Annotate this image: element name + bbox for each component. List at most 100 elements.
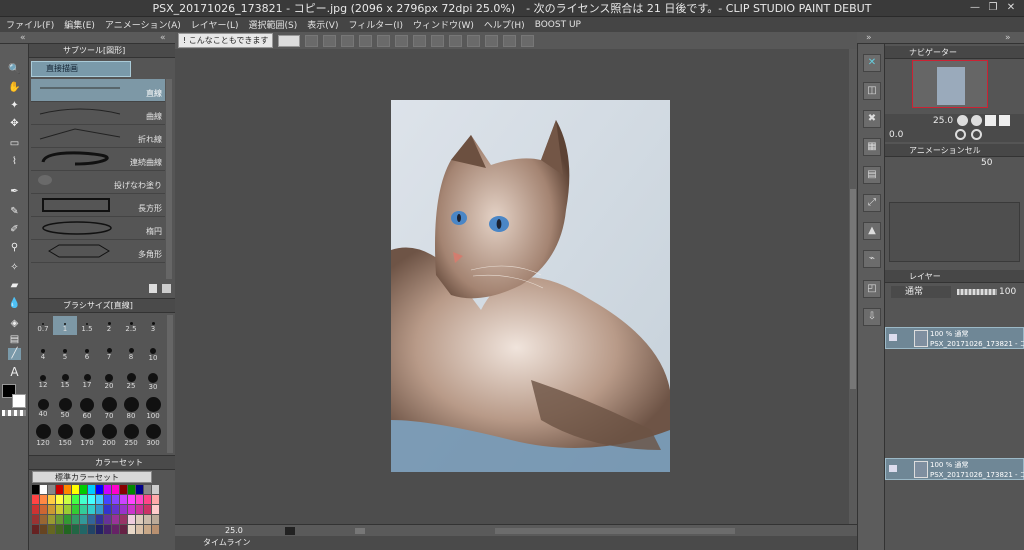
gradient-tool-icon[interactable]: ▤: [8, 334, 21, 346]
color-swatch[interactable]: [48, 495, 55, 504]
brush-size-option[interactable]: 8: [119, 343, 143, 362]
close-panel-icon[interactable]: ✕: [863, 54, 881, 72]
airbrush-icon[interactable]: ⚲: [8, 242, 21, 254]
redo-icon[interactable]: [377, 34, 391, 47]
color-set-dropdown[interactable]: 標準カラーセット: [32, 471, 152, 483]
color-swatch[interactable]: [104, 505, 111, 514]
brush-size-option[interactable]: 17: [75, 370, 99, 389]
history-panel-icon[interactable]: ⤢: [863, 194, 881, 212]
sub-color-swatch[interactable]: [12, 394, 26, 408]
color-swatch[interactable]: [104, 485, 111, 494]
new-file-icon[interactable]: [305, 34, 319, 47]
color-swatch[interactable]: [120, 505, 127, 514]
color-set-tab[interactable]: カラーセット: [29, 456, 175, 470]
subtool-item-ellipse[interactable]: 楕円: [31, 217, 165, 240]
decoration-icon[interactable]: ✧: [8, 262, 21, 274]
color-swatch[interactable]: [128, 495, 135, 504]
fill-icon[interactable]: [431, 34, 445, 47]
canvas-zoom-value[interactable]: 25.0: [225, 525, 243, 536]
brush-size-option[interactable]: 1.5: [75, 316, 99, 335]
collapse-left-icon-2[interactable]: «: [160, 32, 166, 44]
rotate-left-icon[interactable]: [955, 129, 966, 140]
brush-size-tab[interactable]: ブラシサイズ[直線]: [29, 299, 175, 313]
subtool-item-rectangle[interactable]: 長方形: [31, 194, 165, 217]
undo-icon[interactable]: [359, 34, 373, 47]
fit-icon[interactable]: [413, 34, 427, 47]
brush-size-option[interactable]: 120: [31, 424, 55, 447]
brush-size-option[interactable]: 40: [31, 397, 55, 418]
rotate-left-icon[interactable]: [285, 527, 295, 535]
eyedropper-icon[interactable]: ⌇: [8, 156, 21, 168]
color-swatch[interactable]: [152, 515, 159, 524]
navigator-zoom-value[interactable]: 25.0: [933, 116, 953, 126]
color-swatch[interactable]: [32, 505, 39, 514]
color-swatch[interactable]: [32, 485, 39, 494]
sub-view-icon[interactable]: ◰: [863, 280, 881, 298]
color-swatch[interactable]: [32, 495, 39, 504]
scroll-thumb[interactable]: [850, 189, 856, 389]
pen-tool-icon[interactable]: ✒: [8, 186, 21, 198]
color-swatch[interactable]: [136, 525, 143, 534]
brush-size-option[interactable]: 2: [97, 316, 121, 335]
subtool-item-lasso-fill[interactable]: 投げなわ塗り: [31, 171, 165, 194]
open-file-icon[interactable]: [323, 34, 337, 47]
subtool-item-line[interactable]: 直線: [31, 79, 165, 102]
select-tool-icon[interactable]: ▭: [8, 138, 21, 150]
animation-cel-list[interactable]: [889, 202, 1020, 262]
menu-layer[interactable]: レイヤー(L): [191, 18, 239, 31]
fit-to-screen-icon[interactable]: [985, 115, 996, 126]
color-swatch[interactable]: [112, 485, 119, 494]
zoom-out-icon[interactable]: [957, 115, 968, 126]
color-swatch[interactable]: [88, 515, 95, 524]
color-swatch[interactable]: [144, 485, 151, 494]
color-swatch[interactable]: [88, 505, 95, 514]
brush-size-option[interactable]: 12: [31, 370, 55, 389]
color-swatch[interactable]: [72, 505, 79, 514]
color-swatch[interactable]: [120, 485, 127, 494]
transform-icon[interactable]: [395, 34, 409, 47]
animation-cel-tab[interactable]: アニメーションセル: [885, 144, 1024, 157]
color-swatch[interactable]: [72, 525, 79, 534]
subtool-item-polyline[interactable]: 折れ線: [31, 125, 165, 148]
color-swatch[interactable]: [104, 495, 111, 504]
eraser-icon[interactable]: ▰: [8, 280, 21, 292]
zoom-in-icon[interactable]: [971, 115, 982, 126]
crop-icon[interactable]: [449, 34, 463, 47]
color-swatch[interactable]: [104, 515, 111, 524]
magic-wand-icon[interactable]: ✦: [8, 100, 21, 112]
color-swatch[interactable]: [96, 495, 103, 504]
brush-size-option[interactable]: 0.7: [31, 316, 55, 335]
image-panel-icon[interactable]: ▲: [863, 222, 881, 240]
text-tool-icon[interactable]: A: [8, 366, 21, 378]
color-swatch[interactable]: [128, 485, 135, 494]
menu-boost-up[interactable]: BOOST UP: [535, 20, 581, 30]
color-swatch[interactable]: [48, 525, 55, 534]
subtool-tab[interactable]: サブツール[図形]: [29, 44, 175, 58]
tips-button[interactable]: ! こんなこともできます: [178, 33, 274, 48]
subtool-settings-icon[interactable]: [149, 284, 157, 293]
color-swatch[interactable]: [56, 515, 63, 524]
color-swatch[interactable]: [112, 525, 119, 534]
color-swatch[interactable]: [96, 485, 103, 494]
subtool-item-polygon[interactable]: 多角形: [31, 240, 165, 263]
brush-size-option[interactable]: 25: [119, 370, 143, 390]
document-canvas[interactable]: [391, 100, 670, 472]
brush-size-option[interactable]: 2.5: [119, 316, 143, 335]
color-swatch[interactable]: [144, 515, 151, 524]
brush-scrollbar[interactable]: [167, 315, 173, 453]
color-swatch[interactable]: [152, 505, 159, 514]
blend-mode-dropdown[interactable]: 通常: [891, 286, 951, 298]
pencil-tool-icon[interactable]: ✎: [8, 206, 21, 218]
rotate-right-icon[interactable]: [971, 129, 982, 140]
minimize-icon[interactable]: —: [968, 1, 982, 15]
color-swatch[interactable]: [144, 505, 151, 514]
menu-help[interactable]: ヘルプ(H): [484, 18, 525, 31]
layer-tab[interactable]: レイヤー: [885, 270, 1024, 283]
clip-studio-icon[interactable]: [278, 34, 301, 47]
color-swatch[interactable]: [128, 525, 135, 534]
color-swatch[interactable]: [128, 515, 135, 524]
color-swatch[interactable]: [112, 495, 119, 504]
color-swatch[interactable]: [112, 515, 119, 524]
color-swatch[interactable]: [80, 505, 87, 514]
color-swatch[interactable]: [48, 505, 55, 514]
